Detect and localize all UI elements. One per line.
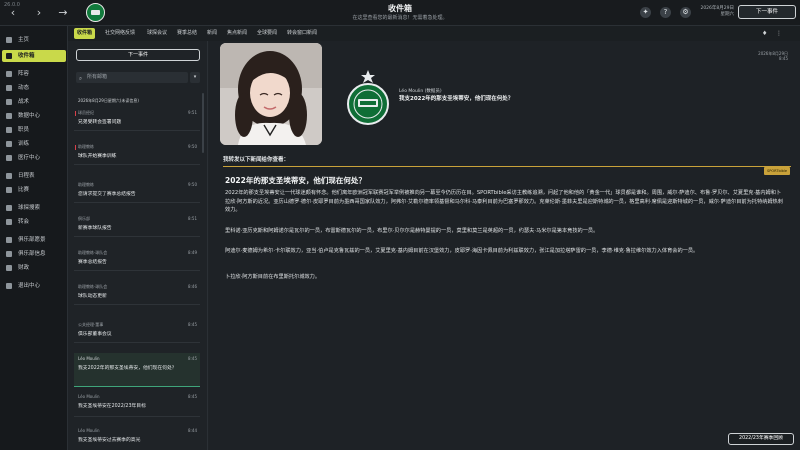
tab-news[interactable]: 新闻 (204, 28, 220, 39)
article-paragraph: 里科诺·亚历克斯和阿姆诺尔是瓦尔的一员，布雷斯德瓦尔的一员，布里尔·贝尔尔是赫特… (225, 228, 599, 234)
list-item-selected[interactable]: Léo Moulin 8:45 我支2022年的那支圣埃蒂安，他们现在何处？ (74, 353, 200, 387)
sidebar-item-club-vision[interactable]: 俱乐部愿景 (2, 234, 66, 246)
bulb-icon[interactable]: ✦ (640, 7, 651, 18)
article-paragraph: 阿迪尔·麦德姆为希尔·卡尔联效力，亚当·伯卢是克鲁瓦兹的一员，艾夏里克·基内姆目… (225, 248, 699, 254)
unread-dot (75, 145, 76, 150)
app-window: 26.0.0 ‹ › → 收件箱 在这里查看您的最新消息！无需着急处理。 ✦ ?… (0, 0, 800, 450)
top-bar: 26.0.0 ‹ › → 收件箱 在这里查看您的最新消息！无需着急处理。 ✦ ?… (0, 0, 800, 26)
sender-photo (220, 43, 322, 145)
squad-icon (6, 71, 12, 77)
filter-button[interactable]: ▾ (190, 72, 200, 83)
list-item[interactable]: 助理教练 9:50 您请求提交了赛季总结报告 (74, 179, 200, 203)
finances-icon (6, 265, 12, 271)
sidebar-item-transfers[interactable]: 转会 (2, 216, 66, 228)
sidebar-item-medical[interactable]: 医疗中心 (2, 152, 66, 164)
list-scrollbar[interactable] (202, 93, 204, 153)
article-paragraph: 2022年的那支圣埃蒂安让一代球迷颇有怀念。他们离年欧洲冠军联赛冠军举例被推向另… (225, 190, 783, 214)
inbox-icon (6, 53, 12, 59)
list-item[interactable]: 俱乐部 8:51 新赛季球队报告 (74, 213, 200, 237)
sidebar-item-exit[interactable]: 退出中心 (2, 280, 66, 292)
sidebar-item-training[interactable]: 训练 (2, 138, 66, 150)
sidebar-item-club-info[interactable]: 俱乐部信息 (2, 248, 66, 260)
continue-button[interactable]: 下一事件 (738, 5, 796, 19)
list-item[interactable]: 助理教练·球队会 8:46 球队动态更新 (74, 281, 200, 305)
list-item[interactable]: 公关经理·董事 8:45 俱乐部董事会议 (74, 319, 200, 343)
source-badge: SPORTbible (764, 167, 790, 175)
transfers-icon (6, 219, 12, 225)
tab-season-summary[interactable]: 赛季总结 (174, 28, 200, 39)
sidebar: 主页 收件箱 阵容 动态 战术 数据中心 职员 训练 医疗中心 日程表 比赛 球… (0, 26, 68, 450)
article-paragraph: 卜拉欣·阿方斯目前在布里斯托尔城效力。 (225, 274, 321, 280)
exit-icon (6, 283, 12, 289)
club-crest-icon (347, 70, 389, 125)
forward-intro: 我转发以下新闻给你查看： (223, 157, 290, 163)
article-title: 2022年的那支圣埃蒂安，他们现在何处？ (225, 176, 366, 185)
scouting-icon (6, 205, 12, 211)
notification-icon[interactable]: ♦ (762, 28, 767, 39)
list-item[interactable]: 助理教练 9:50 球队开始赛季训练 (74, 141, 200, 165)
home-icon (6, 37, 12, 43)
sidebar-item-scouting[interactable]: 球探搜索 (2, 202, 66, 214)
list-item[interactable]: 助理教练·球队会 8:49 赛季总结报告 (74, 247, 200, 271)
sidebar-item-tactics[interactable]: 战术 (2, 96, 66, 108)
tab-bar: 收件箱 社交网络反馈 球探会议 赛季总结 新闻 焦点新闻 全球要闻 转会窗口新闻… (68, 26, 800, 41)
message-subject: 我支2022年的那支圣埃蒂安，他们现在何处？ (399, 96, 514, 102)
gear-icon[interactable]: ⚙ (680, 7, 691, 18)
training-icon (6, 141, 12, 147)
sidebar-item-squad[interactable]: 阵容 (2, 68, 66, 80)
sidebar-item-schedule[interactable]: 日程表 (2, 170, 66, 182)
tab-focus-news[interactable]: 焦点新闻 (224, 28, 250, 39)
vision-icon (6, 237, 12, 243)
tab-scout-meeting[interactable]: 球探会议 (144, 28, 170, 39)
tab-social-feedback[interactable]: 社交网络反馈 (102, 28, 138, 39)
message-content: Léo Moulin (数据员) 我支2022年的那支圣埃蒂安，他们现在何处？ … (209, 41, 800, 450)
unread-dot (75, 111, 76, 116)
dynamics-icon (6, 85, 12, 91)
club-info-icon (6, 251, 12, 257)
tab-transfer-window-news[interactable]: 转会窗口新闻 (284, 28, 320, 39)
trophy-icon (6, 187, 12, 193)
sidebar-item-competitions[interactable]: 比赛 (2, 184, 66, 196)
search-input[interactable]: ⌕ 所有邮箱 (76, 72, 188, 83)
list-item[interactable]: Léo Moulin 8:45 我支圣埃蒂安在2022/23年目标 (74, 391, 200, 417)
help-icon[interactable]: ? (660, 7, 671, 18)
next-season-review-button[interactable]: 2022/23年赛季回顾 (728, 433, 794, 445)
list-item[interactable]: Léo Moulin 8:44 我支圣埃蒂安过去赛季的高光 (74, 425, 200, 449)
sidebar-item-staff[interactable]: 职员 (2, 124, 66, 136)
sidebar-item-dynamics[interactable]: 动态 (2, 82, 66, 94)
list-continue-button[interactable]: 下一事件 (76, 49, 200, 61)
search-icon: ⌕ (79, 76, 83, 82)
game-date: 2026年8月29日 星期六 (700, 6, 734, 17)
message-list: 下一事件 ⌕ 所有邮箱 ▾ 2026年8月29日星期六(未读信息) 球员经纪 9… (68, 41, 208, 450)
sidebar-item-inbox[interactable]: 收件箱 (2, 50, 66, 62)
sidebar-item-data-hub[interactable]: 数据中心 (2, 110, 66, 122)
sidebar-item-home[interactable]: 主页 (2, 34, 66, 46)
separator (223, 166, 791, 167)
staff-icon (6, 127, 12, 133)
data-hub-icon (6, 113, 12, 119)
calendar-icon (6, 173, 12, 179)
list-item[interactable]: 球员经纪 9:51 兄弟受转会签署问题 (74, 107, 200, 131)
medical-icon (6, 155, 12, 161)
sidebar-item-finances[interactable]: 财政 (2, 262, 66, 274)
tab-global-news[interactable]: 全球要闻 (254, 28, 280, 39)
tab-inbox[interactable]: 收件箱 (74, 28, 96, 39)
message-date: 2026年8月29日 8:45 (758, 51, 788, 61)
tactics-icon (6, 99, 12, 105)
more-icon[interactable]: ⋮ (776, 28, 782, 39)
